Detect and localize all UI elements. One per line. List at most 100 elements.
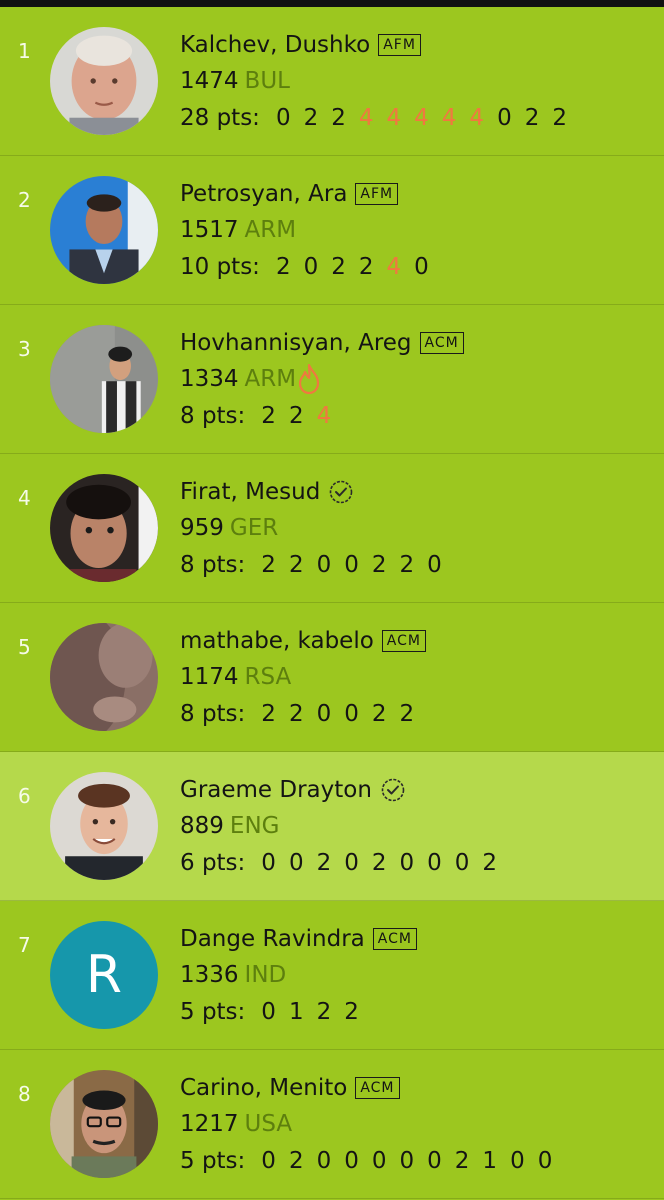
avatar[interactable] xyxy=(50,772,158,880)
leaderboard-row[interactable]: 7 R Dange Ravindra ACM 1336 IND 5 pts: 0 1 2 2 xyxy=(0,901,664,1050)
player-name[interactable]: Firat, Mesud xyxy=(180,479,320,505)
game-score: 0 xyxy=(427,850,442,876)
name-line: mathabe, kabelo ACM xyxy=(180,623,427,659)
avatar[interactable] xyxy=(50,623,158,731)
game-score: 0 xyxy=(344,1148,359,1174)
leaderboard-row[interactable]: 2 Petrosyan, Ara AFM 1517 ARM 10 pts: 2 0 2 2 4 0 xyxy=(0,156,664,305)
game-score: 0 xyxy=(454,850,470,876)
player-info: Carino, Menito ACM 1217 USA 5 pts: 0 2 0 0 0 0 0 2 1 0… xyxy=(180,1070,565,1180)
player-name[interactable]: Petrosyan, Ara xyxy=(180,181,347,207)
game-score: 2 xyxy=(261,403,276,429)
player-name[interactable]: Graeme Drayton xyxy=(180,777,372,803)
title-badge: AFM xyxy=(355,183,399,205)
game-score: 2 xyxy=(331,254,346,280)
game-score: 0 xyxy=(344,850,359,876)
rating-line: 959 GER xyxy=(180,510,455,546)
name-line: Hovhannisyan, Areg ACM xyxy=(180,325,464,361)
leaderboard-row[interactable]: 5 mathabe, kabelo ACM 1174 RSA 8 pts: 2 2 0 0 2 2 xyxy=(0,603,664,752)
points-total: 5 pts: xyxy=(180,999,246,1025)
name-line: Graeme Drayton xyxy=(180,772,510,808)
points-line: 28 pts: 0 2 2 4 4 4 4 4 0 2 2 xyxy=(180,99,580,137)
rating: 1474 xyxy=(180,68,239,94)
game-score: 0 xyxy=(414,254,429,280)
points-line: 8 pts: 2 2 0 0 2 2 0 xyxy=(180,546,455,584)
game-score: 4 xyxy=(316,403,332,429)
fire-icon xyxy=(298,364,320,394)
game-score: 0 xyxy=(371,1148,387,1174)
player-name[interactable]: mathabe, kabelo xyxy=(180,628,374,654)
game-score: 0 xyxy=(427,1148,442,1174)
leaderboard-row[interactable]: 1 Kalchev, Dushko AFM 1474 BUL 28 pts: 0 2 2 4 4 4 4… xyxy=(0,7,664,156)
player-name[interactable]: Hovhannisyan, Areg xyxy=(180,330,412,356)
game-score: 2 xyxy=(482,850,498,876)
player-name[interactable]: Dange Ravindra xyxy=(180,926,365,952)
country-code: ARM xyxy=(244,366,297,392)
game-score: 2 xyxy=(399,552,415,578)
rating-line: 889 ENG xyxy=(180,808,510,844)
player-info: Dange Ravindra ACM 1336 IND 5 pts: 0 1 2 2 xyxy=(180,921,417,1031)
player-info: Graeme Drayton 889 ENG 6 pts: 0 0 2 0 2 0 0 0 2 xyxy=(180,772,510,882)
rating: 1217 xyxy=(180,1111,239,1137)
leaderboard-row[interactable]: 6 Graeme Drayton 889 ENG 6 pts: 0 0 2 0 2 0 0 0 2 xyxy=(0,752,664,901)
points-line: 5 pts: 0 1 2 2 xyxy=(180,993,417,1031)
player-info: Firat, Mesud 959 GER 8 pts: 2 2 0 0 2 2 0 xyxy=(180,474,455,584)
game-score: 1 xyxy=(482,1148,498,1174)
game-score: 4 xyxy=(386,254,402,280)
rating-line: 1517 ARM xyxy=(180,212,442,248)
title-badge: ACM xyxy=(355,1077,400,1099)
rating-line: 1217 USA xyxy=(180,1106,565,1142)
country-code: USA xyxy=(244,1111,293,1137)
country-code: IND xyxy=(244,962,287,988)
avatar[interactable] xyxy=(50,27,158,135)
avatar[interactable] xyxy=(50,474,158,582)
leaderboard-row[interactable]: 8 Carino, Menito ACM 1217 USA 5 pts: 0 2 0 0 0 0 0 2 1… xyxy=(0,1050,664,1199)
game-score: 2 xyxy=(331,105,346,131)
verified-check-icon xyxy=(380,777,406,803)
game-score: 0 xyxy=(497,105,512,131)
game-score: 0 xyxy=(344,552,359,578)
game-score: 2 xyxy=(275,254,291,280)
points-line: 10 pts: 2 0 2 2 4 0 xyxy=(180,248,442,286)
game-score: 4 xyxy=(441,105,457,131)
avatar[interactable] xyxy=(50,176,158,284)
game-score: 2 xyxy=(303,105,319,131)
rating: 959 xyxy=(180,515,224,541)
status-bar xyxy=(0,0,664,7)
player-name[interactable]: Kalchev, Dushko xyxy=(180,32,370,58)
leaderboard-row[interactable]: 3 Hovhannisyan, Areg ACM 1334 ARM 8 pts: 2 2 4 xyxy=(0,305,664,454)
rank-number: 8 xyxy=(18,1082,31,1106)
game-score: 2 xyxy=(371,552,387,578)
game-score: 0 xyxy=(316,1148,332,1174)
country-code: RSA xyxy=(244,664,292,690)
avatar[interactable] xyxy=(50,1070,158,1178)
leaderboard-row[interactable]: 4 Firat, Mesud 959 GER 8 pts: 2 2 0 0 2 2 0 xyxy=(0,454,664,603)
game-score: 0 xyxy=(399,850,415,876)
avatar[interactable]: R xyxy=(50,921,158,1029)
rating: 889 xyxy=(180,813,224,839)
avatar[interactable] xyxy=(50,325,158,433)
game-score: 0 xyxy=(537,1148,553,1174)
points-total: 10 pts: xyxy=(180,254,260,280)
game-score: 2 xyxy=(288,701,304,727)
player-name[interactable]: Carino, Menito xyxy=(180,1075,347,1101)
points-line: 5 pts: 0 2 0 0 0 0 0 2 1 0 0 xyxy=(180,1142,565,1180)
country-code: BUL xyxy=(244,68,290,94)
points-line: 6 pts: 0 0 2 0 2 0 0 0 2 xyxy=(180,844,510,882)
game-score: 0 xyxy=(261,850,276,876)
rank-number: 5 xyxy=(18,635,31,659)
points-total: 8 pts: xyxy=(180,701,246,727)
country-code: ARM xyxy=(244,217,297,243)
title-badge: ACM xyxy=(419,332,464,354)
game-score: 4 xyxy=(358,105,374,131)
game-score: 0 xyxy=(261,1148,276,1174)
avatar-letter: R xyxy=(50,921,158,1029)
rating-line: 1334 ARM xyxy=(180,361,464,397)
player-info: mathabe, kabelo ACM 1174 RSA 8 pts: 2 2 0 0 2 2 xyxy=(180,623,427,733)
game-score: 2 xyxy=(261,552,276,578)
player-info: Hovhannisyan, Areg ACM 1334 ARM 8 pts: 2 2 4 xyxy=(180,325,464,435)
rank-number: 1 xyxy=(18,39,31,63)
rank-number: 6 xyxy=(18,784,31,808)
rank-number: 2 xyxy=(18,188,31,212)
game-score: 0 xyxy=(303,254,319,280)
country-code: GER xyxy=(229,515,279,541)
